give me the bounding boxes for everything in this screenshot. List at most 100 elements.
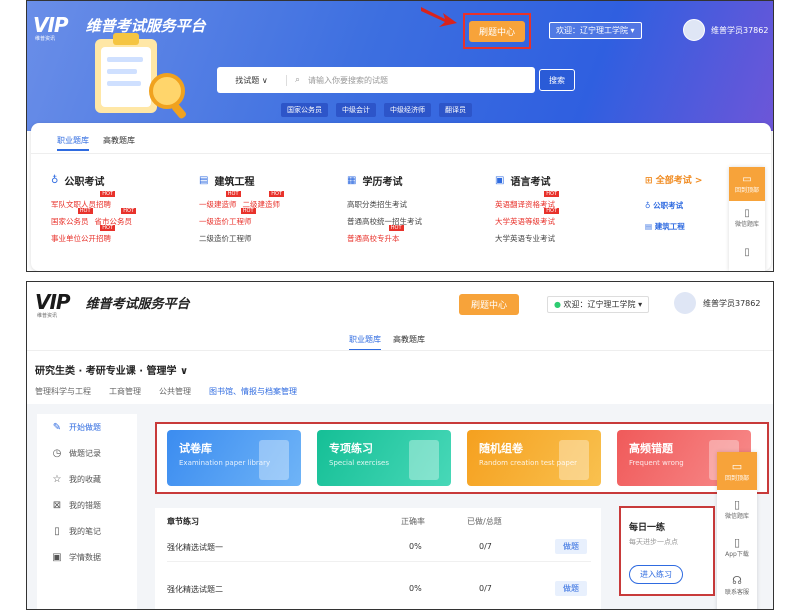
nav-start-practice[interactable]: ✎ 开始做题 (37, 414, 137, 440)
back-to-top-button[interactable]: ▭ 回到顶部 (717, 452, 757, 490)
tab-vocational[interactable]: 职业题库 (57, 135, 89, 151)
tile-random-paper[interactable]: 随机组卷 Random creation test paper (467, 430, 601, 486)
logo-subtitle: 维普资讯 (37, 313, 58, 319)
exam-link[interactable]: 一级建造师 (199, 191, 240, 213)
table-row: 强化精选试题一 0% 0/7 做题 (167, 532, 591, 562)
question-center-button[interactable]: 刷题中心 (459, 294, 520, 315)
practice-rate: 0% (409, 542, 422, 551)
nav-label: 开始做题 (69, 422, 101, 432)
category-title[interactable]: 学历考试 (362, 173, 402, 188)
divider (31, 153, 771, 154)
practice-done: 0/7 (479, 542, 492, 551)
exam-link[interactable]: 普通高校统一招生考试 (347, 213, 422, 230)
nav-label: 做题记录 (69, 448, 101, 458)
nav-label: 我的笔记 (69, 526, 101, 536)
hot-tag[interactable]: 中级经济师 (384, 103, 431, 117)
screenshot-top: VIP 维普资讯 维普考试服务平台 刷题中心 欢迎：辽宁理工学院 ▾ 维普学员3… (26, 0, 774, 272)
exam-link[interactable]: 普通高校专升本 (347, 225, 403, 247)
app-download-button[interactable]: ▯ App下载 (717, 528, 757, 566)
nav-stats[interactable]: ▣ 学情数据 (37, 544, 137, 570)
search-button[interactable]: 搜索 (539, 69, 575, 91)
search-type-select[interactable]: 找试题 ∨ (217, 74, 287, 86)
subject-tab[interactable]: 管理科学与工程 (35, 386, 91, 397)
username[interactable]: 维普学员37862 (703, 298, 760, 309)
enter-practice-button[interactable]: 进入练习 (629, 565, 683, 584)
nav-favorites[interactable]: ☆ 我的收藏 (37, 466, 137, 492)
paper-icon (559, 440, 589, 480)
welcome-dropdown[interactable]: 欢迎：辽宁理工学院 ▾ (549, 22, 642, 39)
notebook-icon: ▯ (54, 525, 60, 537)
question-center-button[interactable]: 刷题中心 (468, 20, 525, 42)
customer-service-button[interactable]: ☊ 联系客服 (717, 566, 757, 604)
exam-link[interactable]: 国家公务员 (51, 208, 92, 230)
subject-tab[interactable]: 工商管理 (109, 386, 141, 397)
wechat-library-button[interactable]: ▯ 微信题库 (729, 201, 765, 235)
all-exams-shortcuts: ♁ 公职考试 ▤ 建筑工程 (645, 195, 685, 237)
hot-tags: 国家公务员 中级会计 中级经济师 翻译员 (281, 103, 472, 117)
exam-link[interactable]: 一级造价工程师 (199, 208, 255, 230)
red-arrow-icon (421, 7, 457, 27)
exam-link[interactable]: 事业单位公开招聘 (51, 225, 115, 247)
app-download-button[interactable]: ▯ (729, 235, 765, 269)
nav-wrong[interactable]: ⊠ 我的错题 (37, 492, 137, 518)
do-practice-button[interactable]: 做题 (555, 539, 587, 554)
rate-header: 正确率 (401, 517, 425, 526)
table-row: 强化精选试题二 0% 0/7 做题 (167, 574, 591, 604)
monitor-icon: ▦ (347, 175, 357, 186)
hot-tag[interactable]: 国家公务员 (281, 103, 328, 117)
question-center-highlight: 刷题中心 (463, 13, 531, 49)
mobile-icon: ▯ (744, 246, 750, 258)
all-exams-link[interactable]: ⊞ 全部考试 > (645, 173, 702, 186)
exam-link[interactable]: 高职分类招生考试 (347, 196, 407, 213)
breadcrumb[interactable]: 研究生类 · 考研专业课 · 管理学 ∨ (35, 362, 188, 377)
building-icon: ▤ (199, 175, 209, 186)
building-icon: ▤ (645, 222, 655, 231)
daily-subtitle: 每天进步一点点 (629, 538, 678, 546)
nav-history[interactable]: ◷ 做题记录 (37, 440, 137, 466)
category-title[interactable]: 建筑工程 (214, 173, 254, 188)
do-practice-button[interactable]: 做题 (555, 581, 587, 596)
exam-link[interactable]: 大学英语专业考试 (495, 230, 555, 247)
tab-vocational[interactable]: 职业题库 (349, 334, 381, 351)
username[interactable]: 维普学员37862 (711, 25, 768, 36)
shortcut-link[interactable]: ▤ 建筑工程 (645, 216, 685, 237)
subject-tab[interactable]: 图书馆、情报与档案管理 (209, 386, 297, 397)
shortcut-link[interactable]: ♁ 公职考试 (645, 195, 685, 216)
category-construction: ▤建筑工程 一级建造师二级建造师 一级造价工程师 二级造价工程师 (199, 173, 339, 247)
exam-link[interactable]: 大学英语等级考试 (495, 208, 559, 230)
subject-tab[interactable]: 公共管理 (159, 386, 191, 397)
library-tabs: 职业题库 高教题库 (57, 135, 135, 151)
clipboard-illustration-icon (95, 33, 186, 119)
search-input[interactable]: 请输入你要搜索的试题 (308, 75, 388, 86)
back-to-top-button[interactable]: ▭ 回到顶部 (729, 167, 765, 201)
wechat-library-button[interactable]: ▯ 微信题库 (717, 490, 757, 528)
tab-higher-edu[interactable]: 高教题库 (103, 135, 135, 151)
clipboard-icon (259, 440, 289, 480)
category-title[interactable]: 公职考试 (64, 173, 104, 188)
side-label: 微信题库 (734, 221, 759, 228)
side-label: App下载 (725, 551, 749, 558)
welcome-dropdown[interactable]: ● 欢迎：辽宁理工学院 ▾ (547, 296, 650, 313)
category-education: ▦ 学历考试 高职分类招生考试 普通高校统一招生考试 普通高校专升本 (347, 173, 487, 247)
nav-label: 学情数据 (69, 552, 101, 562)
nav-notes[interactable]: ▯ 我的笔记 (37, 518, 137, 544)
floating-sidebar: ▭ 回到顶部 ▯ 微信题库 ▯ (729, 167, 765, 271)
brand-name: 维普考试服务平台 (85, 296, 190, 312)
exam-link[interactable]: 二级造价工程师 (199, 230, 252, 247)
hot-tag[interactable]: 翻译员 (439, 103, 472, 117)
tab-higher-edu[interactable]: 高教题库 (393, 334, 425, 351)
avatar[interactable] (683, 19, 705, 41)
avatar[interactable] (674, 292, 696, 314)
logo[interactable]: VIP 维普资讯 维普考试服务平台 (35, 290, 190, 319)
floating-sidebar: ▭ 回到顶部 ▯ 微信题库 ▯ App下载 ☊ 联系客服 (717, 452, 757, 609)
message-icon: ▭ (731, 460, 743, 473)
tile-special-exercises[interactable]: 专项练习 Special exercises (317, 430, 451, 486)
shortcut-label: 公职考试 (653, 201, 684, 210)
phone-icon: ▯ (733, 498, 741, 511)
category-title[interactable]: 语言考试 (510, 173, 550, 188)
exam-category-card: 职业题库 高教题库 ♁公职考试 军队文职人员招聘 国家公务员省市公务员 事业单位… (31, 123, 771, 271)
tile-paper-library[interactable]: 试卷库 Examination paper library (167, 430, 301, 486)
screenshot-bottom: VIP 维普资讯 维普考试服务平台 刷题中心 ● 欢迎：辽宁理工学院 ▾ 维普学… (26, 281, 774, 610)
hot-tag[interactable]: 中级会计 (336, 103, 376, 117)
category-civil-service: ♁公职考试 军队文职人员招聘 国家公务员省市公务员 事业单位公开招聘 (51, 173, 191, 247)
